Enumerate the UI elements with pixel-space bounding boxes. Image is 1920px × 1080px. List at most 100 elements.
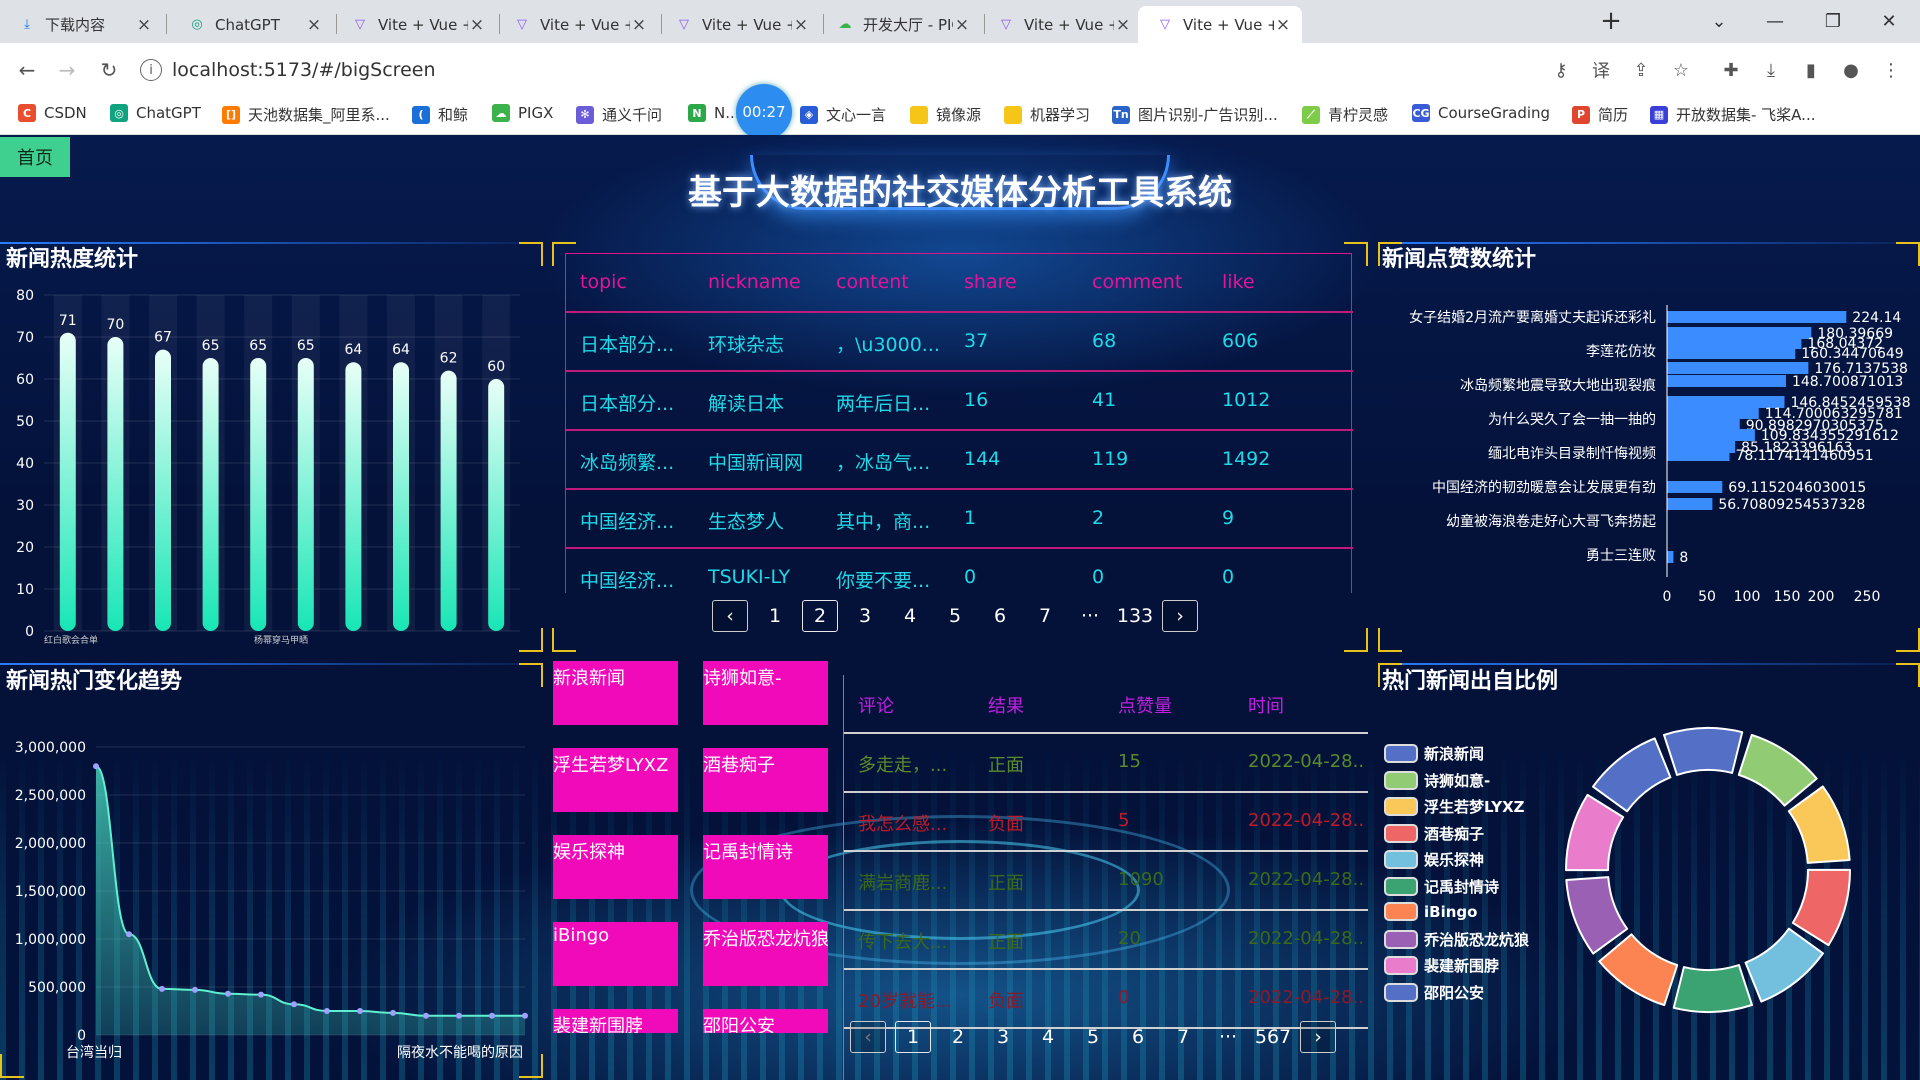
- source-tile[interactable]: iBingo: [553, 922, 678, 986]
- table-row[interactable]: 满岩商鹿... 正面 1090 2022-04-28...: [844, 852, 1368, 911]
- recording-timer[interactable]: 00:27: [736, 84, 792, 140]
- column-header[interactable]: nickname: [708, 271, 801, 293]
- legend-item[interactable]: iBingo: [1384, 902, 1477, 921]
- close-tab-icon[interactable]: ×: [630, 15, 648, 35]
- source-tile[interactable]: 新浪新闻: [553, 661, 678, 725]
- bar[interactable]: [297, 358, 314, 631]
- bar[interactable]: [1667, 375, 1786, 387]
- minimize-icon[interactable]: —: [1752, 6, 1798, 36]
- page-number[interactable]: 2: [802, 600, 838, 632]
- bar[interactable]: [1667, 311, 1847, 323]
- page-number[interactable]: 133: [1117, 600, 1153, 632]
- donut-slice[interactable]: [1565, 876, 1629, 955]
- bar[interactable]: [1667, 551, 1674, 563]
- prev-page-button[interactable]: ‹: [850, 1021, 886, 1053]
- bookmark-item[interactable]: ◎ ChatGPT: [110, 104, 201, 122]
- site-info-icon[interactable]: i: [140, 59, 162, 81]
- source-tile[interactable]: 浮生若梦LYXZ: [553, 748, 678, 812]
- bar[interactable]: [1667, 347, 1796, 359]
- next-page-button[interactable]: ›: [1300, 1021, 1336, 1053]
- browser-tab[interactable]: ☁ 开发大厅 - PIGX×: [818, 6, 981, 43]
- bookmark-item[interactable]: 机器学习: [1004, 104, 1090, 125]
- translate-icon[interactable]: 译: [1587, 56, 1615, 84]
- close-tab-icon[interactable]: ×: [953, 15, 971, 35]
- column-header[interactable]: 结果: [988, 692, 1024, 718]
- page-number[interactable]: 7: [1027, 600, 1063, 632]
- data-point[interactable]: [456, 1012, 462, 1019]
- bookmark-item[interactable]: Tn 图片识别-广告识别...: [1112, 104, 1278, 125]
- page-number[interactable]: 1: [757, 600, 793, 632]
- close-tab-icon[interactable]: ×: [305, 15, 323, 35]
- bookmark-item[interactable]: (和鲸: [412, 104, 468, 125]
- bookmark-item[interactable]: ▦ 开放数据集- 飞桨A...: [1650, 104, 1815, 125]
- table-row[interactable]: 我怎么感... 负面 5 2022-04-28...: [844, 793, 1368, 852]
- browser-tab[interactable]: ▽ Vite + Vue + TS×: [495, 6, 658, 43]
- data-point[interactable]: [522, 1012, 528, 1019]
- donut-slice[interactable]: [1672, 964, 1753, 1013]
- legend-item[interactable]: 酒巷痴子: [1384, 823, 1484, 844]
- bookmark-item[interactable]: C CSDN: [18, 104, 87, 122]
- browser-tab[interactable]: ▽ Vite + Vue + TS×: [333, 6, 496, 43]
- bookmark-item[interactable]: ✻ 通义千问: [576, 104, 662, 125]
- table-row[interactable]: 中国经济... 生态梦人 其中，商... 1 2 9: [566, 490, 1353, 549]
- browser-tab[interactable]: ▽ Vite + Vue + TS×: [979, 6, 1142, 43]
- bar[interactable]: [155, 349, 171, 631]
- close-tab-icon[interactable]: ×: [135, 15, 153, 35]
- page-number[interactable]: 6: [1120, 1021, 1156, 1053]
- source-tile[interactable]: 酒巷痴子: [703, 748, 828, 812]
- close-window-icon[interactable]: ✕: [1866, 6, 1912, 36]
- home-button[interactable]: 首页: [0, 137, 70, 177]
- legend-item[interactable]: 新浪新闻: [1384, 743, 1484, 764]
- donut-slice[interactable]: [1564, 793, 1625, 872]
- legend-item[interactable]: 浮生若梦LYXZ: [1384, 796, 1525, 817]
- donut-slice[interactable]: [1598, 933, 1679, 1007]
- bar[interactable]: [202, 358, 219, 631]
- profile-icon[interactable]: ●: [1837, 56, 1865, 84]
- donut-slice[interactable]: [1791, 868, 1852, 947]
- data-point[interactable]: [489, 1012, 495, 1019]
- table-row[interactable]: 日本部分... 环球杂志 ，\u3000... 37 68 606: [566, 313, 1353, 372]
- column-header[interactable]: share: [964, 271, 1017, 293]
- close-tab-icon[interactable]: ×: [1274, 15, 1292, 35]
- downloads-icon[interactable]: ⤓: [1757, 56, 1785, 84]
- column-header[interactable]: 时间: [1248, 692, 1284, 718]
- bookmark-item[interactable]: CG CourseGrading: [1412, 104, 1550, 122]
- column-header[interactable]: 点赞量: [1118, 692, 1172, 718]
- bookmark-item[interactable]: 镜像源: [910, 104, 981, 125]
- donut-slice[interactable]: [1787, 785, 1851, 864]
- extensions-icon[interactable]: ✚: [1717, 56, 1745, 84]
- donut-slice[interactable]: [1592, 737, 1672, 813]
- page-number[interactable]: 4: [892, 600, 928, 632]
- data-point[interactable]: [93, 763, 99, 770]
- data-point[interactable]: [423, 1012, 429, 1019]
- tab-search-icon[interactable]: ⌄: [1696, 6, 1742, 36]
- side-panel-icon[interactable]: ▮: [1797, 56, 1825, 84]
- bar[interactable]: [393, 362, 409, 631]
- bookmark-item[interactable]: N N...: [688, 104, 740, 122]
- table-row[interactable]: 传下去大... 正面 20 2022-04-28...: [844, 911, 1368, 970]
- table-row[interactable]: 多走走，... 正面 15 2022-04-28...: [844, 734, 1368, 793]
- source-tile[interactable]: 乔治版恐龙炕狼: [703, 922, 828, 986]
- table-row[interactable]: 日本部分... 解读日本 两年后日... 16 41 1012: [566, 372, 1353, 431]
- legend-item[interactable]: 邵阳公安: [1384, 982, 1484, 1003]
- page-number[interactable]: 567: [1255, 1021, 1291, 1053]
- data-point[interactable]: [192, 986, 198, 993]
- bar[interactable]: [107, 337, 124, 631]
- page-number[interactable]: 1: [895, 1021, 931, 1053]
- column-header[interactable]: comment: [1092, 271, 1182, 293]
- bar[interactable]: [1667, 449, 1730, 461]
- legend-item[interactable]: 乔治版恐龙炕狼: [1384, 929, 1529, 950]
- bookmark-item[interactable]: [] 天池数据集_阿里系...: [222, 104, 390, 125]
- forward-icon[interactable]: →: [50, 53, 84, 87]
- source-tile[interactable]: 邵阳公安: [703, 1009, 828, 1033]
- table-row[interactable]: 冰岛频繁... 中国新闻网 ，冰岛气... 144 119 1492: [566, 431, 1353, 490]
- share-icon[interactable]: ⇪: [1627, 56, 1655, 84]
- data-point[interactable]: [357, 1008, 363, 1014]
- page-number[interactable]: 2: [940, 1021, 976, 1053]
- column-header[interactable]: topic: [580, 271, 627, 293]
- source-tile[interactable]: 诗狮如意-: [703, 661, 828, 725]
- donut-slice[interactable]: [1737, 733, 1818, 807]
- bar[interactable]: [488, 379, 505, 631]
- data-point[interactable]: [225, 990, 231, 997]
- browser-tab[interactable]: ▽ Vite + Vue + TS×: [1138, 6, 1302, 43]
